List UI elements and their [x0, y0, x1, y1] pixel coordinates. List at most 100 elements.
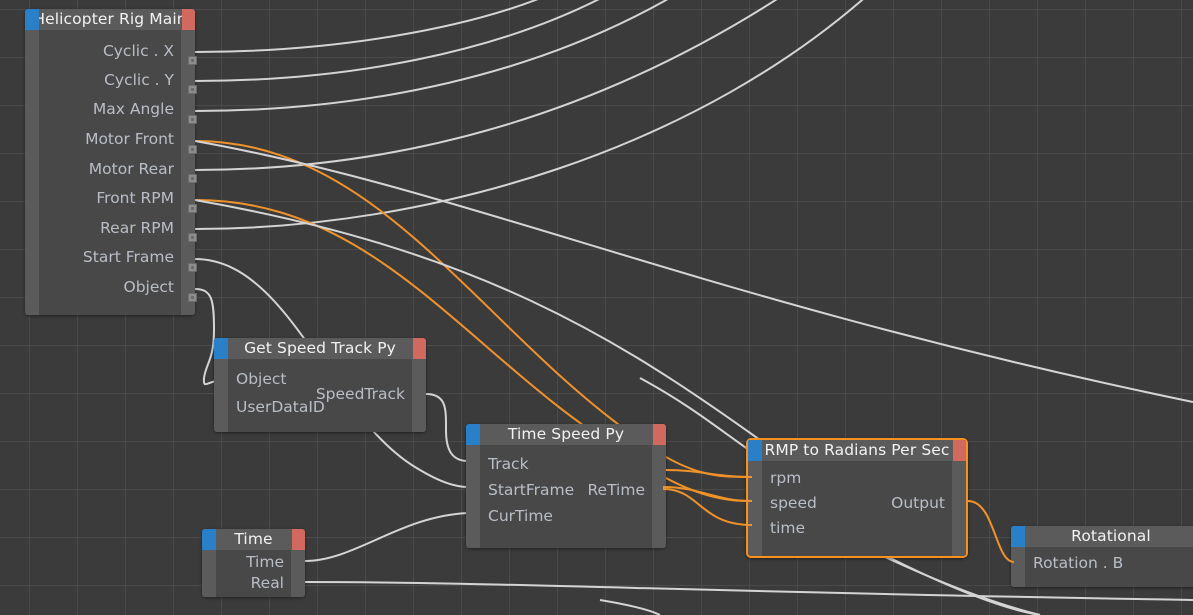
port-label: Rear RPM [100, 218, 174, 237]
node-left-port-strip [466, 445, 480, 548]
node-graph-canvas[interactable]: Helicopter Rig Main Cyclic . X Cyclic . … [0, 0, 1193, 615]
node-rmp-to-radians-per-sec[interactable]: RMP to Radians Per Sec rpm speed Output … [746, 438, 968, 558]
output-port-front-rpm[interactable] [188, 204, 197, 213]
port-row-out[interactable]: Motor Rear [39, 154, 181, 183]
node-time[interactable]: Time Time Real [202, 529, 305, 597]
wire-bottom-left-tail [599, 599, 661, 615]
port-row-in[interactable]: time [762, 515, 952, 540]
node-title: RMP to Radians Per Sec [764, 441, 950, 459]
node-body: Cyclic . X Cyclic . Y Max Angle Motor Fr… [25, 30, 195, 315]
output-port-motor-rear[interactable] [188, 174, 197, 183]
port-label: Cyclic . Y [104, 70, 174, 89]
node-type-tab-icon [748, 440, 762, 461]
port-label: Start Frame [82, 248, 174, 266]
node-body: Track StartFrame ReTime CurTime [466, 445, 666, 548]
port-label: ReTime [587, 481, 645, 499]
node-header[interactable]: RMP to Radians Per Sec [748, 440, 966, 461]
output-port-object[interactable] [188, 293, 197, 302]
node-close-tab-icon[interactable] [413, 338, 426, 359]
port-label: UserDataID [236, 398, 325, 416]
port-row-in[interactable]: rpm [762, 465, 952, 490]
port-row-in[interactable]: Track [480, 451, 652, 477]
port-label: Front RPM [96, 189, 174, 207]
node-rows: Cyclic . X Cyclic . Y Max Angle Motor Fr… [39, 30, 181, 315]
node-left-port-strip [202, 550, 216, 597]
port-row[interactable]: StartFrame ReTime [480, 477, 652, 503]
port-row-in[interactable]: CurTime [480, 503, 652, 529]
node-left-port-strip [214, 359, 228, 432]
output-port-cyclic-y[interactable] [188, 85, 197, 94]
port-label: Output [891, 493, 945, 512]
port-row-out[interactable]: Front RPM [39, 183, 181, 213]
node-rotational[interactable]: Rotational Rotation . B [1011, 526, 1193, 587]
port-row-out[interactable]: Motor Front [39, 124, 181, 154]
node-get-speed-track-py[interactable]: Get Speed Track Py Object SpeedTrack Use… [214, 338, 426, 432]
port-row-out[interactable]: Max Angle [39, 94, 181, 124]
port-label: Max Angle [92, 100, 174, 118]
node-left-port-strip [748, 461, 762, 556]
node-close-tab-icon[interactable] [953, 440, 966, 461]
node-rows: Object SpeedTrack UserDataID [228, 359, 412, 432]
port-label: Motor Front [85, 130, 174, 148]
node-header[interactable]: Get Speed Track Py [214, 338, 426, 359]
node-right-port-strip [652, 445, 666, 548]
port-label: Object [123, 278, 174, 296]
wire-output-to-rotation-b [967, 500, 1015, 563]
wire-speedtrack [425, 393, 469, 462]
node-body: Time Real [202, 550, 305, 597]
node-right-port-strip [291, 550, 305, 597]
output-port-max-angle[interactable] [188, 115, 197, 124]
node-body: Rotation . B [1011, 547, 1193, 587]
node-rows: Time Real [216, 550, 291, 597]
port-row[interactable]: Object SpeedTrack [228, 365, 412, 403]
node-title: Time Speed Py [507, 425, 625, 443]
node-time-speed-py[interactable]: Time Speed Py Track StartFrame ReTime Cu… [466, 424, 666, 548]
node-header[interactable]: Time [202, 529, 305, 550]
port-label: Object [236, 370, 287, 388]
wire-max-angle [194, 0, 669, 112]
port-label: Time [246, 553, 284, 571]
output-port-rear-rpm[interactable] [188, 233, 197, 242]
wire-motor-rear [194, 0, 778, 171]
node-right-port-strip [952, 461, 966, 556]
node-body: Object SpeedTrack UserDataID [214, 359, 426, 432]
node-right-port-strip [181, 30, 195, 315]
node-type-tab-icon [1011, 526, 1025, 547]
port-label: Real [250, 574, 284, 592]
output-port-motor-front[interactable] [188, 145, 197, 154]
wire-orange-into-rpm [665, 469, 753, 478]
port-label: time [770, 518, 806, 537]
node-close-tab-icon[interactable] [653, 424, 666, 445]
node-rows: rpm speed Output time [762, 461, 952, 556]
port-label: Rotation . B [1033, 554, 1124, 572]
node-title: Helicopter Rig Main [33, 10, 187, 28]
port-row-in[interactable]: Rotation . B [1025, 550, 1193, 576]
port-row-out[interactable]: Time [216, 552, 291, 573]
node-rows: Rotation . B [1025, 547, 1193, 587]
node-left-port-strip [25, 30, 39, 315]
wire-rear-rpm [194, 0, 864, 230]
node-close-tab-icon[interactable] [292, 529, 305, 550]
port-row-out[interactable]: Cyclic . X [39, 36, 181, 65]
port-label: Motor Rear [88, 159, 174, 178]
port-row[interactable]: speed Output [762, 490, 952, 515]
node-header[interactable]: Rotational [1011, 526, 1193, 547]
port-row-out[interactable]: Rear RPM [39, 213, 181, 242]
port-row-out[interactable]: Start Frame [39, 242, 181, 272]
node-header[interactable]: Helicopter Rig Main [25, 9, 195, 30]
node-helicopter-rig-main[interactable]: Helicopter Rig Main Cyclic . X Cyclic . … [25, 9, 197, 315]
port-row-out[interactable]: Cyclic . Y [39, 65, 181, 94]
node-body: rpm speed Output time [748, 461, 966, 556]
wire-cyclic-y [194, 0, 600, 82]
node-left-port-strip [1011, 547, 1025, 587]
port-row-out[interactable]: Real [216, 573, 291, 594]
node-header[interactable]: Time Speed Py [466, 424, 666, 445]
node-close-tab-icon[interactable] [182, 9, 195, 30]
output-port-cyclic-x[interactable] [188, 56, 197, 65]
port-row-out[interactable]: Object [39, 272, 181, 302]
wire-orange-into-speed [662, 486, 753, 502]
port-row-in[interactable]: UserDataID [228, 393, 412, 421]
output-port-start-frame[interactable] [188, 263, 197, 272]
node-title: Rotational [1071, 527, 1151, 545]
node-type-tab-icon [214, 338, 228, 359]
